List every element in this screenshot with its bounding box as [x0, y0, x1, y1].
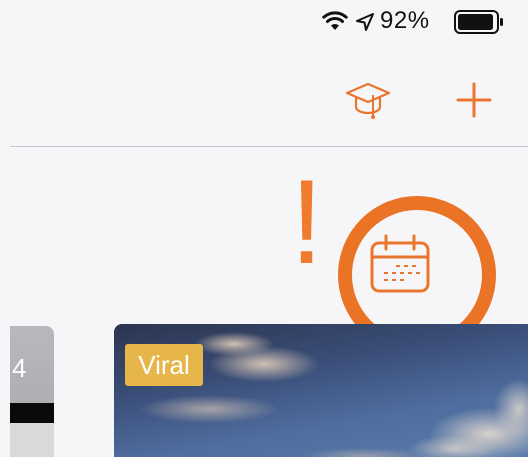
exclamation-mark: !: [290, 155, 324, 289]
wifi-icon: [322, 11, 348, 30]
graduation-cap-icon[interactable]: [343, 80, 393, 120]
app-screen: 92% ! 4 Viral: [0, 0, 528, 457]
viral-badge: Viral: [125, 344, 203, 386]
card-number: 4: [12, 353, 27, 383]
location-arrow-icon: [356, 13, 374, 31]
card-lower-area: [10, 423, 54, 457]
battery-icon: [454, 10, 503, 34]
card-dark-band: [10, 403, 54, 423]
calendar-icon[interactable]: [366, 233, 434, 297]
status-bar: 92%: [0, 0, 528, 44]
navigation-bar: [0, 60, 528, 146]
battery-percent: 92%: [380, 7, 430, 34]
previous-card[interactable]: 4: [10, 326, 54, 457]
nav-divider: [10, 146, 528, 147]
plus-icon[interactable]: [452, 78, 496, 122]
